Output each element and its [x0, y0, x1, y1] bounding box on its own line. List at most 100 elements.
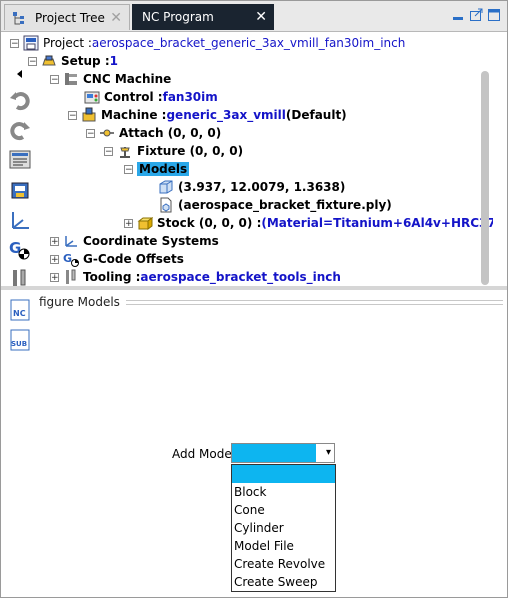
panel-title: figure Models — [39, 295, 120, 309]
project-value: aerospace_bracket_generic_3ax_vmill_fan3… — [91, 36, 406, 50]
tree-row-cnc-machine[interactable]: − CNC Machine — [50, 70, 171, 88]
setup-label: Setup : — [61, 54, 110, 68]
option-cone[interactable]: Cone — [232, 501, 335, 519]
tree-row-control[interactable]: Control : fan30im — [84, 88, 218, 106]
machine-suffix: (Default) — [285, 108, 347, 122]
cnc-machine-label: CNC Machine — [83, 72, 172, 86]
tree-row-setup[interactable]: − Setup : 1 — [28, 52, 118, 70]
tab-project-tree[interactable]: Project Tree ✕ — [4, 4, 130, 30]
stock-value: (Material=Titanium+6Al4v+HRC37) — [261, 216, 493, 230]
tree-scrollbar[interactable] — [481, 71, 489, 285]
nc-program-view-icon[interactable] — [7, 147, 33, 173]
add-model-dropdown: Block Cone Cylinder Model File Create Re… — [231, 464, 336, 592]
expand-icon[interactable]: + — [124, 218, 133, 228]
model-file-icon — [158, 197, 174, 213]
minimize-icon[interactable] — [451, 8, 465, 25]
splitter[interactable] — [1, 286, 507, 290]
machine-icon — [81, 107, 97, 123]
gcode-offsets-tool-icon[interactable]: G — [7, 237, 33, 263]
gcode-offsets-icon: G — [63, 251, 79, 267]
tab-project-tree-label: Project Tree — [35, 10, 105, 25]
maximize-icon[interactable] — [487, 8, 501, 25]
tree-row-stock[interactable]: + Stock (0, 0, 0) : (Material=Titanium+6… — [124, 214, 493, 232]
collapse-toolbar-icon[interactable] — [7, 65, 33, 83]
redo-icon[interactable] — [7, 117, 33, 143]
control-icon — [84, 89, 100, 105]
tree-row-tooling[interactable]: + Tooling : aerospace_bracket_tools_inch — [50, 268, 341, 285]
fixture-icon — [117, 143, 133, 159]
collapse-icon[interactable]: − — [50, 74, 59, 84]
coordinate-systems-icon — [63, 233, 79, 249]
tree-row-attach[interactable]: − Attach (0, 0, 0) — [86, 124, 221, 142]
option-create-sweep[interactable]: Create Sweep — [232, 573, 335, 591]
tree-scrollbar-thumb[interactable] — [481, 71, 489, 285]
tab-bar: Project Tree ✕ NC Program ✕ — [1, 1, 507, 32]
control-value: fan30im — [162, 90, 218, 104]
tree-row-fixture[interactable]: − Fixture (0, 0, 0) — [104, 142, 243, 160]
add-model-label: Add Model — [172, 447, 236, 461]
undo-icon[interactable] — [7, 87, 33, 113]
tree-row-machine[interactable]: − Machine : generic_3ax_vmill (Default) — [68, 106, 347, 124]
expand-icon[interactable]: + — [50, 272, 59, 282]
machine-value: generic_3ax_vmill — [166, 108, 286, 122]
collapse-icon[interactable]: − — [68, 110, 77, 120]
tree-row-model-file[interactable]: (aerospace_bracket_fixture.ply) — [158, 196, 392, 214]
collapse-icon[interactable]: − — [86, 128, 95, 138]
close-tab-icon[interactable]: ✕ — [110, 10, 122, 26]
option-block[interactable]: Block — [232, 483, 335, 501]
add-model-selected — [232, 444, 316, 462]
nc-program-file-icon[interactable]: NC — [7, 297, 33, 323]
coordinate-systems-label: Coordinate Systems — [83, 234, 219, 248]
expand-icon[interactable]: + — [50, 254, 59, 264]
fixture-label: Fixture (0, 0, 0) — [137, 144, 244, 158]
collapse-icon[interactable]: − — [124, 164, 133, 174]
svg-text:G: G — [63, 252, 72, 265]
left-toolbar: G NC SUB — [7, 65, 35, 357]
expand-icon[interactable]: + — [50, 236, 59, 246]
model-box-label: (3.937, 12.0079, 1.3638) — [178, 180, 346, 194]
project-tree: − Project : aerospace_bracket_generic_3a… — [1, 33, 493, 285]
project-icon — [23, 35, 39, 51]
collapse-icon[interactable]: − — [10, 38, 19, 48]
tab-nc-program[interactable]: NC Program ✕ — [132, 4, 274, 30]
machine-label: Machine : — [101, 108, 167, 122]
collapse-icon[interactable]: − — [104, 146, 113, 156]
tree-row-project[interactable]: − Project : aerospace_bracket_generic_3a… — [10, 34, 405, 52]
tooling-label: Tooling : — [83, 270, 141, 284]
option-empty[interactable] — [232, 465, 335, 483]
attach-icon — [99, 125, 115, 141]
tooling-value: aerospace_bracket_tools_inch — [140, 270, 341, 284]
configure-models-header: figure Models — [39, 293, 503, 311]
window-controls — [451, 8, 501, 25]
undock-icon[interactable] — [469, 8, 483, 25]
chevron-down-icon[interactable]: ▾ — [326, 447, 331, 458]
tree-row-model-box[interactable]: (3.937, 12.0079, 1.3638) — [158, 178, 345, 196]
gcode-offsets-label: G-Code Offsets — [83, 252, 184, 266]
nc-program-window: Project Tree ✕ NC Program ✕ − Project : … — [0, 0, 508, 598]
attach-label: Attach (0, 0, 0) — [119, 126, 222, 140]
stock-label: Stock (0, 0, 0) : — [157, 216, 262, 230]
option-create-revolve[interactable]: Create Revolve — [232, 555, 335, 573]
stock-icon — [137, 215, 153, 231]
subroutine-file-icon[interactable]: SUB — [7, 327, 33, 353]
control-label: Control : — [104, 90, 163, 104]
header-divider — [125, 299, 503, 305]
tree-row-gcode-offsets[interactable]: + G G-Code Offsets — [50, 250, 184, 268]
option-model-file[interactable]: Model File — [232, 537, 335, 555]
svg-text:NC: NC — [13, 309, 26, 318]
project-tree-icon — [11, 10, 27, 26]
add-model-combo[interactable]: ▾ — [231, 443, 335, 463]
coordinate-system-tool-icon[interactable] — [7, 207, 33, 233]
option-cylinder[interactable]: Cylinder — [232, 519, 335, 537]
setup-tool-icon[interactable] — [7, 177, 33, 203]
close-tab-icon[interactable]: ✕ — [255, 9, 267, 25]
tab-nc-program-label: NC Program — [142, 10, 214, 24]
tree-row-coordinate-systems[interactable]: + Coordinate Systems — [50, 232, 219, 250]
model-file-label: (aerospace_bracket_fixture.ply) — [178, 198, 392, 212]
block-model-icon — [158, 179, 174, 195]
cnc-machine-icon — [63, 71, 79, 87]
models-label: Models — [137, 162, 190, 176]
svg-text:SUB: SUB — [11, 340, 27, 348]
setup-value: 1 — [109, 54, 118, 68]
tree-row-models[interactable]: − Models — [124, 160, 190, 178]
